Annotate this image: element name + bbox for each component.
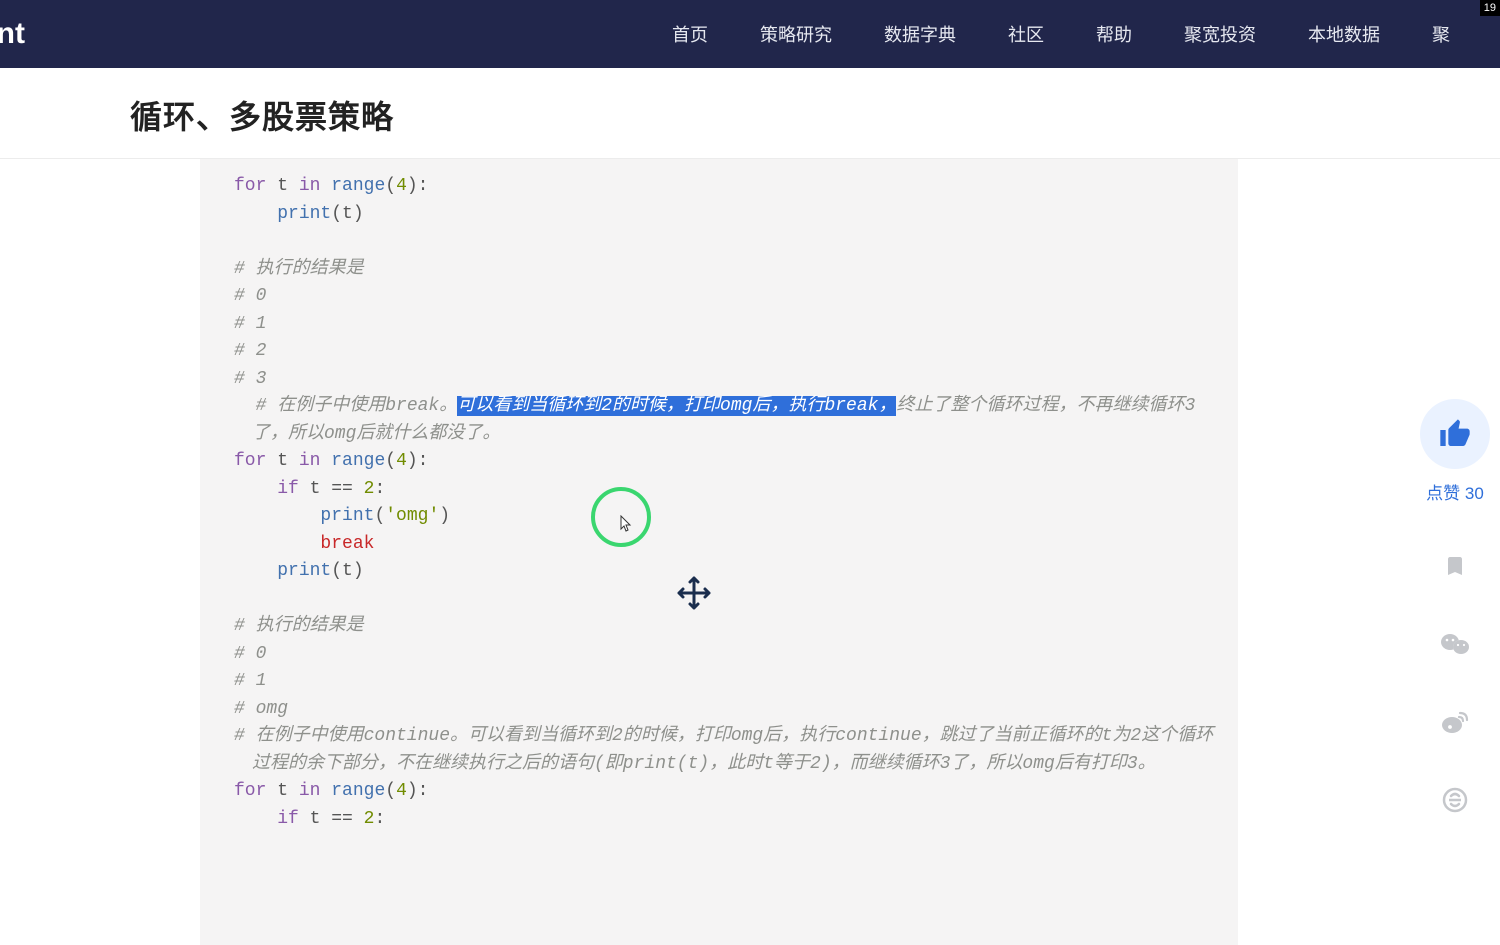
nav-strategy[interactable]: 策略研究 — [760, 21, 832, 47]
keyword-break: break — [320, 534, 374, 554]
nav-menu: 首页 策略研究 数据字典 社区 帮助 聚宽投资 本地数据 聚 — [672, 21, 1500, 47]
wechat-icon[interactable] — [1439, 628, 1471, 660]
floating-sidebar: 点赞 30 — [1420, 399, 1490, 816]
like-count-label: 点赞 30 — [1426, 479, 1484, 504]
logo: ant — [0, 17, 25, 51]
comment-result: # 执行的结果是 — [234, 259, 364, 279]
nav-help[interactable]: 帮助 — [1096, 21, 1132, 47]
nav-community[interactable]: 社区 — [1008, 21, 1044, 47]
page-title: 循环、多股票策略 — [130, 92, 1500, 138]
weibo-icon[interactable] — [1439, 706, 1471, 738]
nav-invest[interactable]: 聚宽投资 — [1184, 21, 1256, 47]
comment-break: # 在例子中使用break。可以看到当循环到2的时候，打印omg后，执行brea… — [234, 393, 1218, 448]
like-button[interactable] — [1420, 399, 1490, 469]
bookmark-icon[interactable] — [1439, 550, 1471, 582]
share-icon[interactable] — [1439, 784, 1471, 816]
comment-continue: # 在例子中使用continue。可以看到当循环到2的时候，打印omg后，执行c… — [234, 723, 1218, 778]
nav-local-data[interactable]: 本地数据 — [1308, 21, 1380, 47]
top-navigation-bar: ant 首页 策略研究 数据字典 社区 帮助 聚宽投资 本地数据 聚 19 — [0, 0, 1500, 68]
content-area: for t in range(4): print(t) # 执行的结果是 # 0… — [0, 159, 1500, 945]
nav-data-dict[interactable]: 数据字典 — [884, 21, 956, 47]
nav-home[interactable]: 首页 — [672, 21, 708, 47]
code-block[interactable]: for t in range(4): print(t) # 执行的结果是 # 0… — [200, 159, 1238, 945]
nav-more[interactable]: 聚 — [1432, 21, 1450, 47]
notification-badge[interactable]: 19 — [1480, 0, 1500, 16]
highlighted-text[interactable]: 可以看到当循环到2的时候，打印omg后，执行break， — [457, 396, 896, 416]
keyword-for: for — [234, 176, 266, 196]
title-bar: 循环、多股票策略 — [0, 68, 1500, 159]
